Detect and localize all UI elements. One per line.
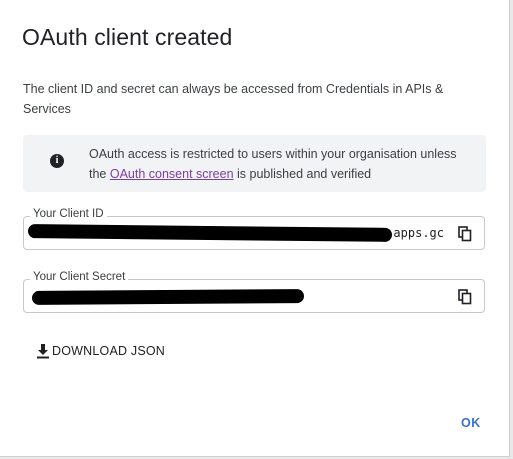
- dialog-description: The client ID and secret can always be a…: [23, 82, 444, 116]
- ok-button[interactable]: OK: [461, 416, 481, 430]
- copy-icon[interactable]: [458, 289, 472, 305]
- info-text-after: is published and verified: [233, 167, 372, 181]
- download-icon: [37, 344, 49, 359]
- client-id-field[interactable]: Your Client ID p7r92.apps.gc: [23, 208, 485, 250]
- client-id-label: Your Client ID: [30, 208, 107, 220]
- dialog-title: OAuth client created: [22, 24, 233, 50]
- client-secret-field[interactable]: Your Client Secret: [23, 271, 485, 313]
- download-json-label: DOWNLOAD JSON: [52, 344, 166, 358]
- info-banner: i OAuth access is restricted to users wi…: [23, 135, 486, 192]
- client-secret-redaction: [31, 289, 305, 305]
- info-icon: i: [50, 154, 64, 168]
- oauth-consent-screen-link[interactable]: OAuth consent screen: [110, 167, 234, 181]
- info-banner-text: OAuth access is restricted to users with…: [89, 144, 469, 184]
- download-json-button[interactable]: DOWNLOAD JSON: [36, 341, 165, 361]
- copy-icon[interactable]: [458, 226, 472, 242]
- client-secret-label: Your Client Secret: [30, 271, 129, 283]
- oauth-client-created-dialog: OAuth client created The client ID and s…: [0, 0, 510, 457]
